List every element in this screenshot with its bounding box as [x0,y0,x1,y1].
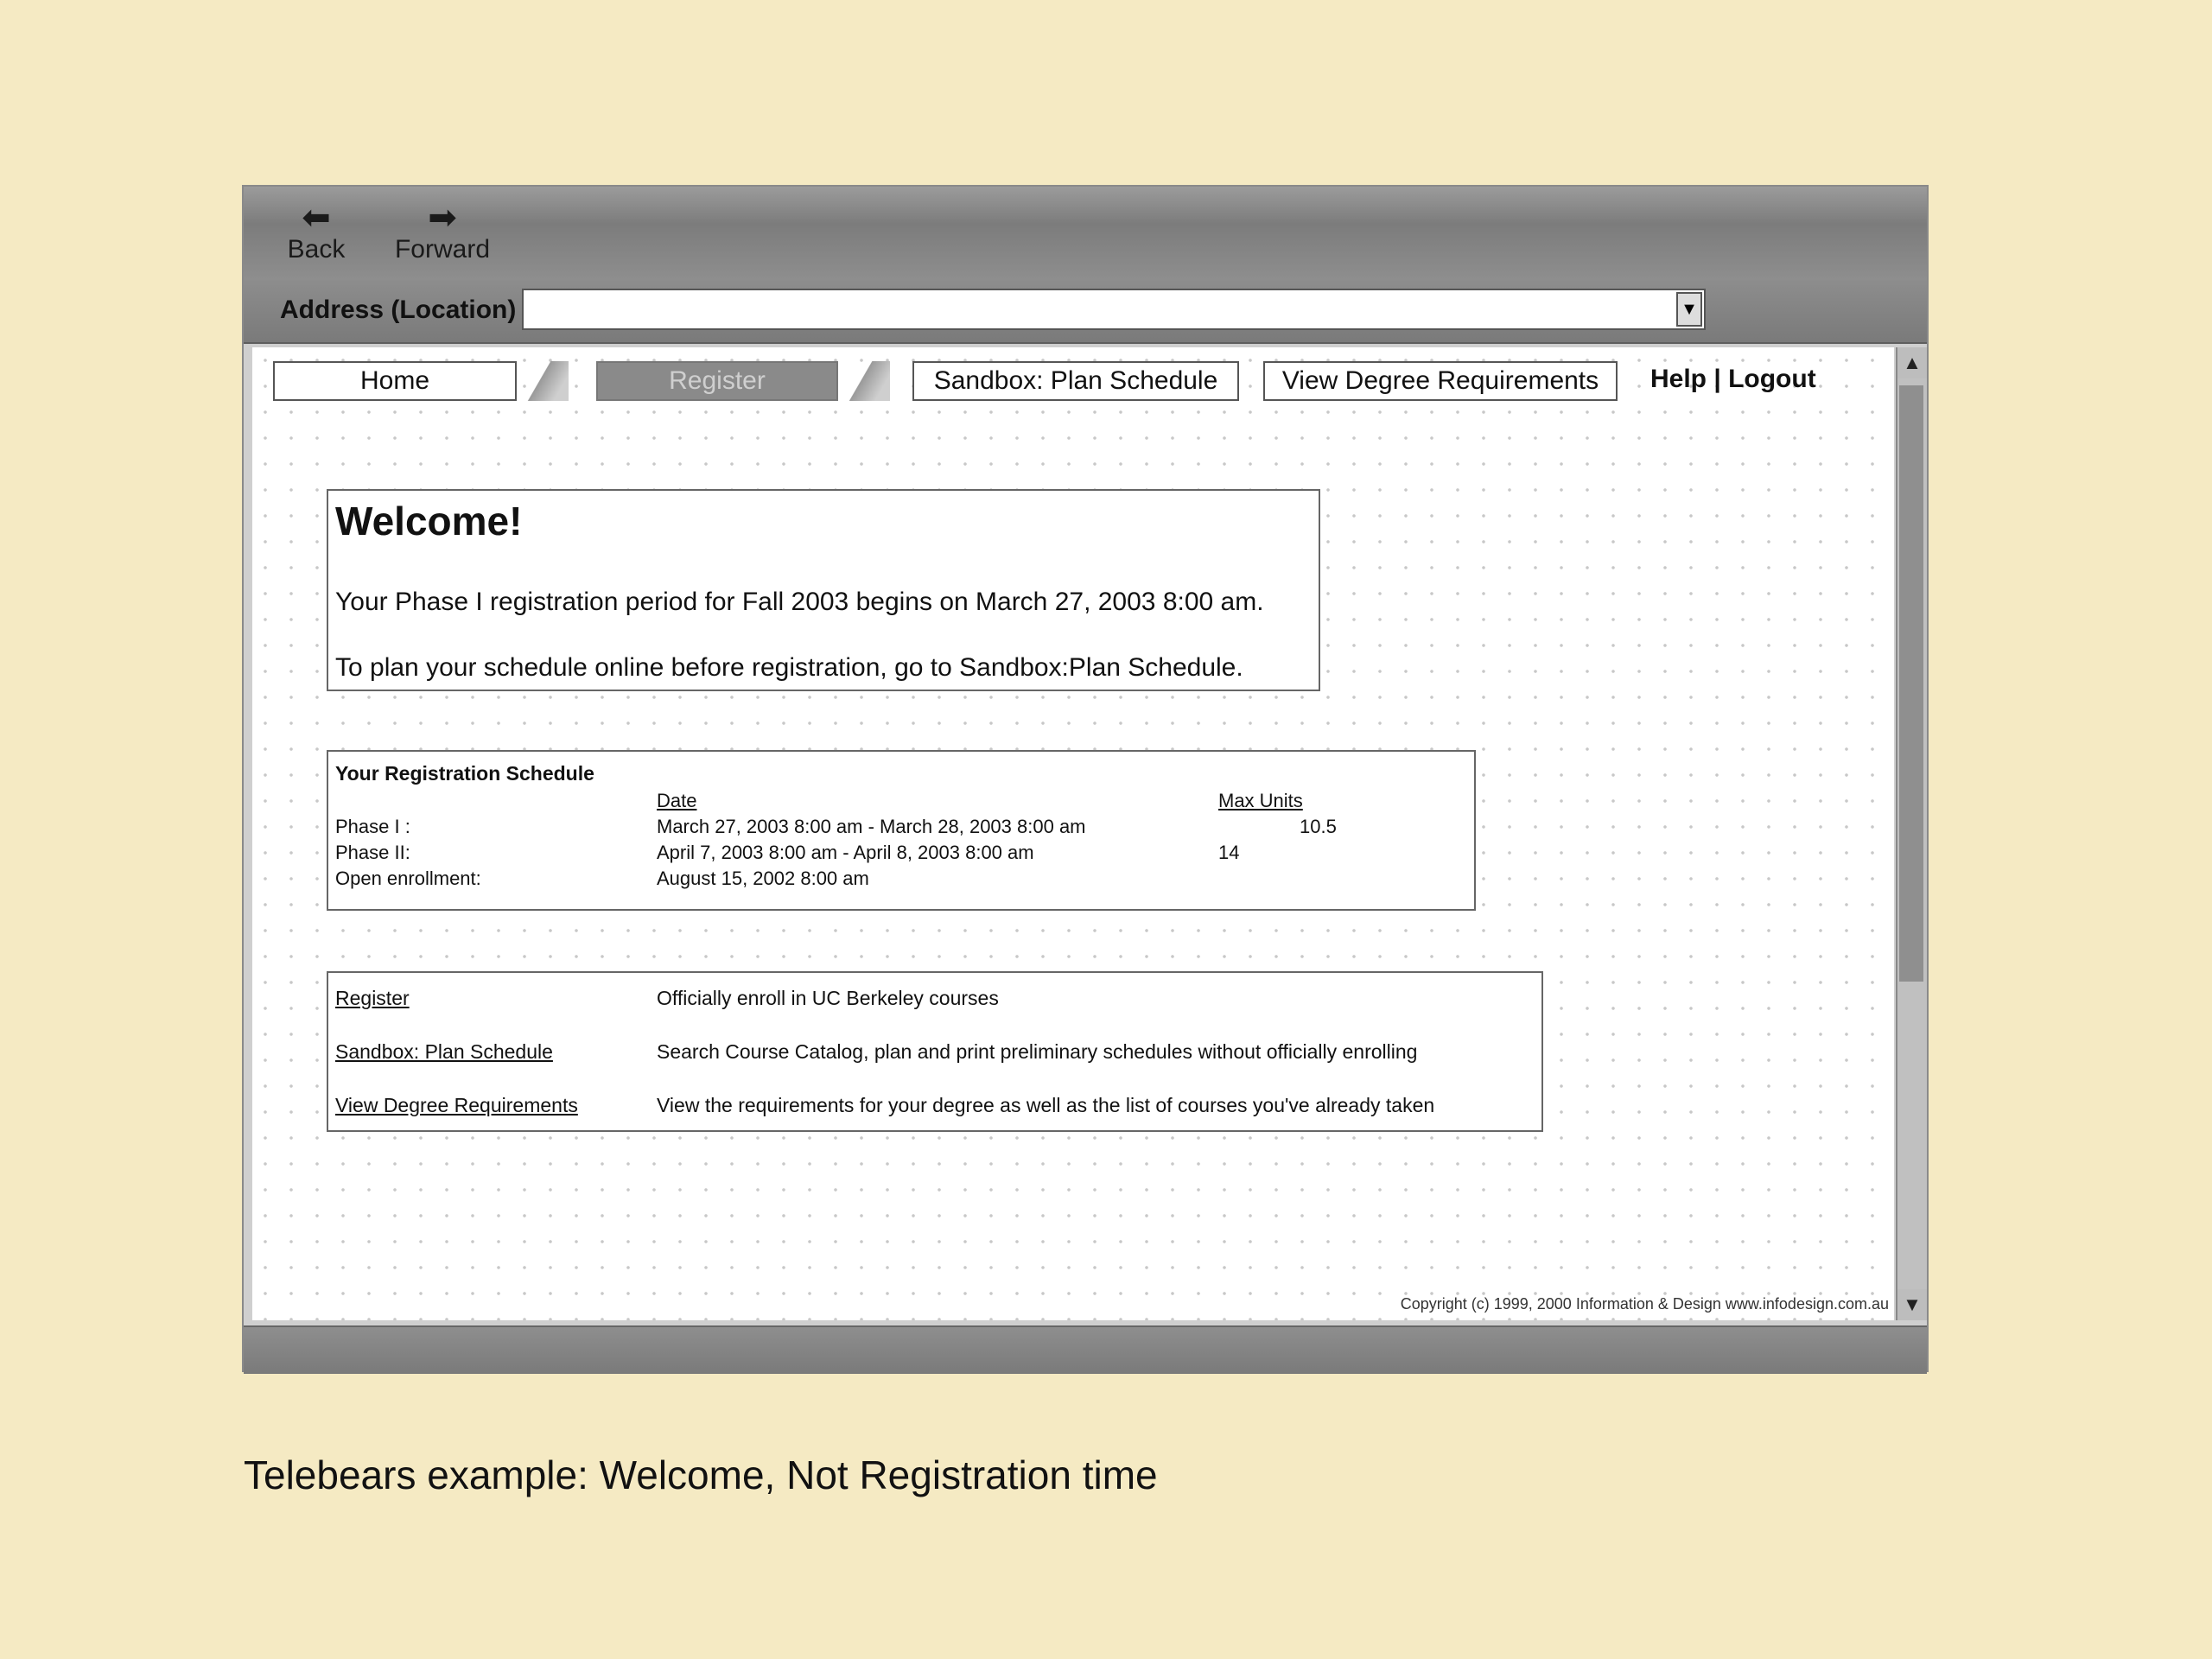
schedule-header-date: Date [657,790,697,811]
scroll-up-button[interactable]: ▲ [1897,347,1927,378]
tab-register-label: Register [669,366,766,395]
address-dropdown-button[interactable]: ▼ [1676,292,1702,327]
right-arrow-icon: ➡ [428,199,457,237]
help-logout-links[interactable]: Help | Logout [1650,365,1816,394]
chevron-up-icon: ▲ [1903,352,1922,373]
browser-window: ⬅ Back ➡ Forward Address (Location) ▼ Ho… [242,185,1929,1374]
left-arrow-icon: ⬅ [302,199,331,237]
schedule-row-units: 14 [1218,842,1240,863]
tab-home[interactable]: Home [273,361,517,401]
address-label: Address (Location) [280,296,517,324]
tab-degree-requirements[interactable]: View Degree Requirements [1263,361,1618,401]
browser-status-bar [244,1325,1927,1374]
copyright-notice: Copyright (c) 1999, 2000 Information & D… [1400,1295,1889,1313]
welcome-box: Welcome! Your Phase I registration perio… [327,489,1320,691]
tab-divider [517,361,569,401]
schedule-title: Your Registration Schedule [335,762,594,785]
page-content: Home Register Sandbox: Plan Schedule Vie… [252,347,1894,1320]
schedule-row-date: August 15, 2002 8:00 am [657,868,869,889]
slide-caption: Telebears example: Welcome, Not Registra… [244,1452,1158,1497]
degree-requirements-link[interactable]: View Degree Requirements [335,1094,578,1117]
links-box: Register Officially enroll in UC Berkele… [327,971,1543,1132]
schedule-row-phase: Open enrollment: [335,868,481,889]
schedule-header-max-units: Max Units [1218,790,1303,811]
browser-toolbar: ⬅ Back ➡ Forward [244,187,1927,282]
back-label: Back [287,235,346,264]
address-input[interactable] [522,289,1706,330]
tab-sandbox[interactable]: Sandbox: Plan Schedule [912,361,1239,401]
scrollbar-thumb[interactable] [1899,385,1923,982]
registration-schedule-box: Your Registration Schedule Date Max Unit… [327,750,1476,911]
sandbox-link-description: Search Course Catalog, plan and print pr… [657,1040,1418,1063]
register-link-description: Officially enroll in UC Berkeley courses [657,987,999,1009]
tab-register[interactable]: Register [596,361,838,401]
schedule-row-date: April 7, 2003 8:00 am - April 8, 2003 8:… [657,842,1034,863]
address-bar: Address (Location) ▼ [244,280,1927,344]
chevron-down-icon: ▼ [1681,300,1698,319]
tab-divider [838,361,890,401]
welcome-message-line2: To plan your schedule online before regi… [335,653,1243,682]
back-button[interactable]: ⬅ Back [264,200,368,264]
welcome-message-line1: Your Phase I registration period for Fal… [335,588,1264,616]
schedule-row-phase: Phase II: [335,842,410,863]
forward-label: Forward [394,235,491,264]
register-link[interactable]: Register [335,987,410,1010]
chevron-down-icon: ▼ [1903,1294,1922,1315]
schedule-row-date: March 27, 2003 8:00 am - March 28, 2003 … [657,816,1086,837]
welcome-title: Welcome! [335,499,523,543]
scroll-down-button[interactable]: ▼ [1897,1289,1927,1320]
tab-sandbox-label: Sandbox: Plan Schedule [933,366,1218,395]
degree-requirements-link-description: View the requirements for your degree as… [657,1094,1435,1116]
vertical-scrollbar[interactable]: ▲ ▼ [1896,347,1927,1320]
tab-degree-label: View Degree Requirements [1281,366,1599,395]
forward-button[interactable]: ➡ Forward [391,200,494,264]
sandbox-link[interactable]: Sandbox: Plan Schedule [335,1040,553,1064]
schedule-row-phase: Phase I : [335,816,410,837]
tab-home-label: Home [359,366,430,395]
schedule-row-units: 10.5 [1300,816,1337,837]
